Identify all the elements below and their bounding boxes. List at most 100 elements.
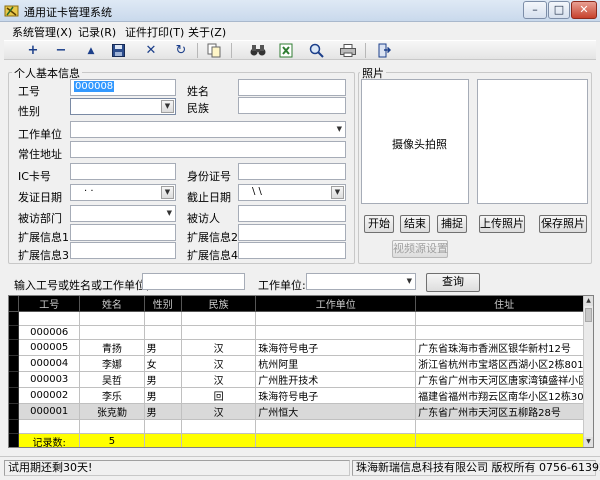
- copy-icon[interactable]: [207, 43, 221, 58]
- table-cell[interactable]: [255, 311, 417, 326]
- table-cell[interactable]: [144, 419, 182, 434]
- chevron-down-icon[interactable]: ▼: [161, 100, 174, 113]
- scroll-down-icon[interactable]: ▼: [584, 437, 593, 447]
- table-cell[interactable]: [79, 325, 145, 340]
- table-cell[interactable]: 000003: [18, 371, 81, 388]
- table-cell[interactable]: [144, 325, 182, 340]
- table-cell[interactable]: 李娜: [79, 355, 145, 372]
- menu-system[interactable]: 系统管理(X): [12, 24, 72, 40]
- row-indicator[interactable]: [9, 311, 20, 326]
- table-cell[interactable]: [255, 325, 417, 340]
- table-cell[interactable]: 000005: [18, 339, 81, 356]
- up-icon[interactable]: ▲: [82, 42, 100, 60]
- table-cell[interactable]: 广东省广州市天河区唐家湾镇盛祥小区: [415, 371, 593, 388]
- table-cell[interactable]: [415, 325, 593, 340]
- excel-icon[interactable]: [279, 43, 293, 58]
- table-cell[interactable]: 珠海符号电子: [255, 387, 417, 404]
- binoculars-icon[interactable]: [250, 44, 266, 57]
- table-cell[interactable]: 广东省珠海市香洲区银华新村12号: [415, 339, 593, 356]
- table-cell[interactable]: 男: [144, 371, 182, 388]
- remove-icon[interactable]: −: [52, 42, 70, 60]
- ext4-input[interactable]: [238, 242, 346, 259]
- table-cell[interactable]: 000002: [18, 387, 81, 404]
- chevron-down-icon[interactable]: ▼: [167, 207, 172, 220]
- table-row[interactable]: 000005 青扬男汉珠海符号电子 广东省珠海市香洲区银华新村12号: [9, 339, 593, 356]
- scroll-thumb[interactable]: [585, 308, 592, 322]
- table-row[interactable]: 000003 吴哲男汉广州胜开技术 广东省广州市天河区唐家湾镇盛祥小区: [9, 371, 593, 388]
- table-cell[interactable]: 李乐: [79, 387, 145, 404]
- exit-icon[interactable]: [377, 43, 391, 58]
- menu-about[interactable]: 关于(Z): [188, 24, 226, 40]
- column-header[interactable]: 性别: [144, 296, 182, 312]
- add-icon[interactable]: +: [24, 42, 42, 60]
- capture-button[interactable]: 捕捉: [437, 215, 467, 233]
- video-source-button[interactable]: 视频源设置: [392, 240, 448, 258]
- refresh-icon[interactable]: ↻: [172, 42, 190, 60]
- title-bar[interactable]: 通用证卡管理系统 – □ ✕: [0, 0, 600, 22]
- ic-card-input[interactable]: [70, 163, 176, 180]
- records-grid[interactable]: 工号 姓名 性别 民族 工作单位 住址 000006 000005 青扬男汉珠海符号…: [8, 295, 594, 448]
- column-header[interactable]: 工号: [18, 296, 81, 312]
- table-cell[interactable]: [18, 311, 81, 326]
- table-cell[interactable]: 广州恒大: [255, 403, 417, 420]
- menu-print[interactable]: 证件打印(T): [125, 24, 184, 40]
- maximize-button[interactable]: □: [548, 1, 570, 19]
- cancel-icon[interactable]: ✕: [142, 42, 160, 60]
- table-cell[interactable]: 广东省广州市天河区五柳路28号: [415, 403, 593, 420]
- photo-preview[interactable]: [477, 79, 588, 204]
- table-row[interactable]: [9, 419, 593, 434]
- chevron-down-icon[interactable]: ▼: [337, 123, 342, 136]
- table-cell[interactable]: 000006: [18, 325, 81, 340]
- table-cell[interactable]: 广州胜开技术: [255, 371, 417, 388]
- row-indicator[interactable]: [9, 355, 20, 372]
- table-cell[interactable]: 杭州阿里: [255, 355, 417, 372]
- table-cell[interactable]: 汉: [181, 355, 257, 372]
- end-button[interactable]: 结束: [400, 215, 430, 233]
- table-cell[interactable]: [415, 419, 593, 434]
- table-cell[interactable]: 男: [144, 387, 182, 404]
- vertical-scrollbar[interactable]: ▲ ▼: [583, 296, 593, 447]
- upload-photo-button[interactable]: 上传照片: [479, 215, 525, 233]
- row-indicator[interactable]: [9, 371, 20, 388]
- table-cell[interactable]: [18, 419, 81, 434]
- gender-select[interactable]: ▼: [70, 98, 176, 115]
- print-icon[interactable]: [340, 44, 356, 57]
- table-cell[interactable]: [79, 311, 145, 326]
- start-button[interactable]: 开始: [364, 215, 394, 233]
- table-cell[interactable]: [144, 311, 182, 326]
- save-photo-button[interactable]: 保存照片: [539, 215, 587, 233]
- table-cell[interactable]: 女: [144, 355, 182, 372]
- table-cell[interactable]: [181, 325, 257, 340]
- table-cell[interactable]: [255, 419, 417, 434]
- address-input[interactable]: [70, 141, 346, 158]
- expiry-date-picker[interactable]: \ \ ▼: [238, 184, 346, 201]
- id-number-input[interactable]: [238, 163, 346, 180]
- table-cell[interactable]: 浙江省杭州市宝塔区西湖小区2栋801: [415, 355, 593, 372]
- chevron-down-icon[interactable]: ▼: [407, 275, 412, 288]
- table-cell[interactable]: [181, 311, 257, 326]
- table-cell[interactable]: 汉: [181, 403, 257, 420]
- name-input[interactable]: [238, 79, 346, 96]
- table-row[interactable]: 000002 李乐男回珠海符号电子 福建省福州市翔云区南华小区12栋302: [9, 387, 593, 404]
- search-workplace-select[interactable]: ▼: [306, 273, 416, 290]
- table-cell[interactable]: 汉: [181, 371, 257, 388]
- table-cell[interactable]: [79, 419, 145, 434]
- scroll-up-icon[interactable]: ▲: [584, 296, 593, 306]
- ext3-input[interactable]: [70, 242, 176, 259]
- minimize-button[interactable]: –: [523, 1, 547, 19]
- table-row[interactable]: [9, 311, 593, 326]
- column-header[interactable]: 住址: [415, 296, 593, 312]
- column-header[interactable]: 姓名: [79, 296, 145, 312]
- table-cell[interactable]: 000001: [18, 403, 81, 420]
- ext2-input[interactable]: [238, 224, 346, 241]
- table-cell[interactable]: 福建省福州市翔云区南华小区12栋302: [415, 387, 593, 404]
- table-row[interactable]: 000004 李娜女汉杭州阿里 浙江省杭州市宝塔区西湖小区2栋801: [9, 355, 593, 372]
- table-row[interactable]: 000001 张克勤男汉广州恒大 广东省广州市天河区五柳路28号: [9, 403, 593, 420]
- zoom-icon[interactable]: [309, 43, 324, 58]
- table-cell[interactable]: 回: [181, 387, 257, 404]
- table-cell[interactable]: 男: [144, 403, 182, 420]
- chevron-down-icon[interactable]: ▼: [331, 186, 344, 199]
- query-button[interactable]: 查询: [426, 273, 480, 292]
- row-indicator[interactable]: [9, 339, 20, 356]
- column-header[interactable]: 民族: [181, 296, 257, 312]
